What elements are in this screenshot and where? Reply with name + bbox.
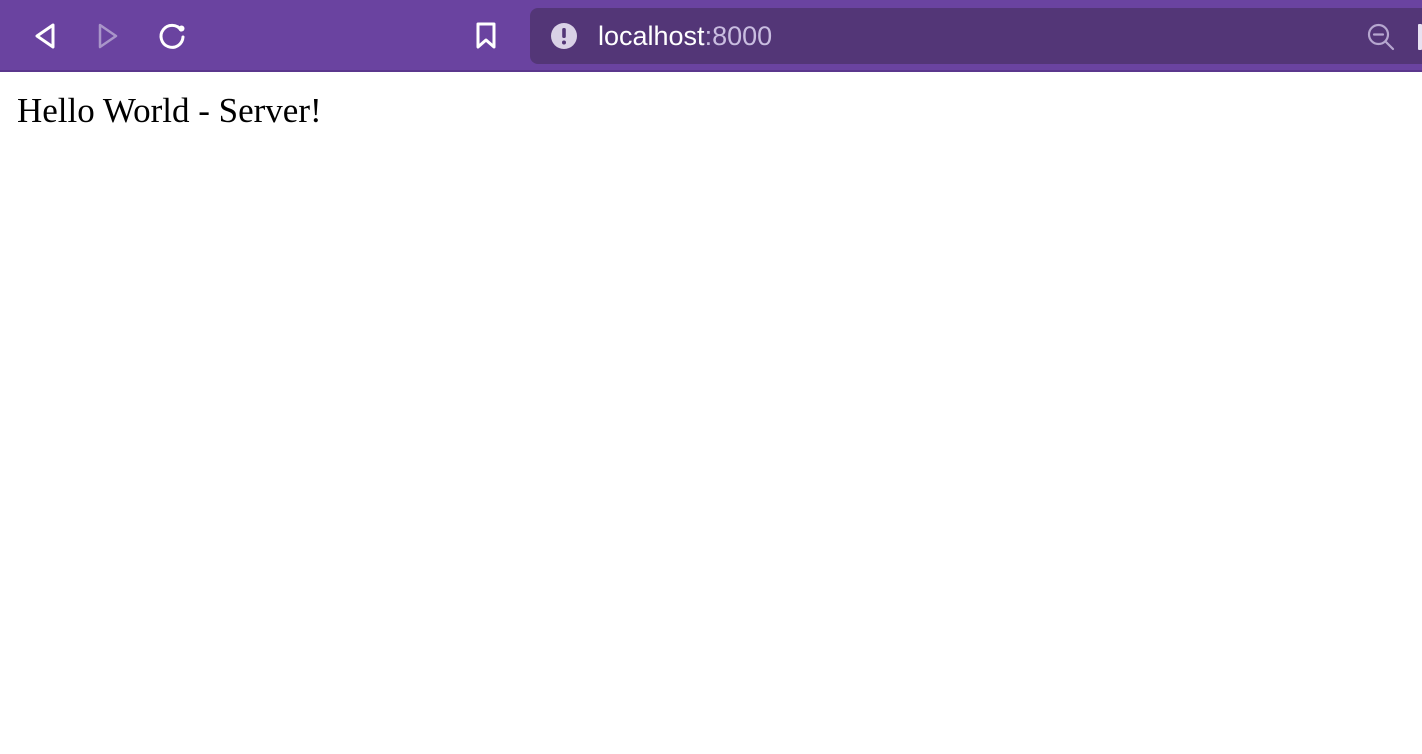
browser-toolbar: localhost:8000 bbox=[0, 0, 1422, 72]
url-port: :8000 bbox=[704, 21, 773, 51]
back-arrow-icon bbox=[35, 23, 55, 49]
url-bar[interactable]: localhost:8000 bbox=[530, 8, 1422, 64]
bookmark-icon bbox=[476, 22, 496, 49]
reload-button[interactable] bbox=[152, 16, 192, 56]
site-info-button[interactable] bbox=[550, 22, 578, 50]
zoom-button[interactable] bbox=[1366, 22, 1396, 52]
back-button[interactable] bbox=[25, 16, 65, 56]
url-text[interactable]: localhost:8000 bbox=[598, 8, 772, 64]
info-warning-icon bbox=[551, 23, 577, 49]
forward-arrow-icon bbox=[98, 23, 118, 49]
toolbar-overflow-edge bbox=[1418, 24, 1422, 50]
reload-icon bbox=[159, 23, 185, 49]
page-content: Hello World - Server! bbox=[0, 74, 1422, 754]
forward-button[interactable] bbox=[88, 16, 128, 56]
bookmark-button[interactable] bbox=[466, 16, 506, 56]
zoom-out-icon bbox=[1367, 23, 1395, 51]
url-host: localhost bbox=[598, 21, 705, 51]
page-body-text: Hello World - Server! bbox=[17, 91, 322, 130]
